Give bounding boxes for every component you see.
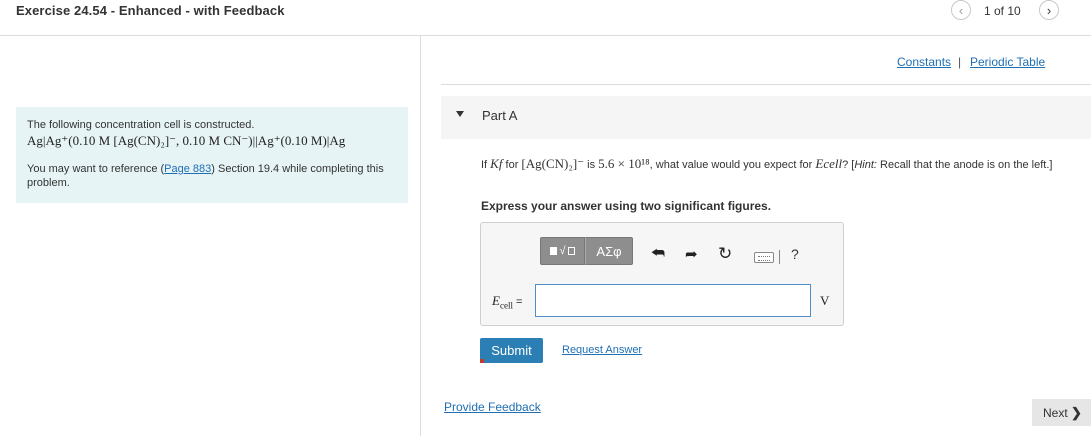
provide-feedback-link[interactable]: Provide Feedback: [444, 400, 541, 414]
previous-exercise-button[interactable]: ‹: [951, 0, 971, 20]
reference-prefix: You may want to reference (: [27, 163, 165, 175]
links-separator: |: [958, 55, 962, 69]
chevron-right-icon: ❯: [1071, 404, 1082, 420]
hint-label: Hint:: [854, 159, 877, 171]
cell-notation: Ag|Ag⁺(0.10 M [Ag(CN)₂]⁻, 0.10 M CN⁻)||A…: [27, 133, 346, 148]
unit-label: V: [820, 293, 830, 308]
question-fragment: , what value would you expect for: [649, 159, 816, 171]
templates-button[interactable]: √: [540, 237, 585, 265]
radical-icon: √: [559, 245, 566, 257]
question-fragment: is: [584, 159, 599, 171]
question-fragment: for: [502, 159, 522, 171]
ecell-label-sub: cell: [499, 300, 513, 311]
exercise-counter: 1 of 10: [984, 4, 1021, 18]
next-button[interactable]: Next ❯: [1032, 399, 1091, 426]
chevron-right-icon: ›: [1046, 2, 1052, 18]
submit-indicator: [480, 359, 484, 363]
undo-icon[interactable]: ⮪: [651, 245, 665, 262]
answer-input[interactable]: [535, 284, 811, 317]
ecell-label: Ecell =: [492, 293, 522, 311]
request-answer-link[interactable]: Request Answer: [562, 344, 642, 356]
instructions-text: Express your answer using two significan…: [481, 199, 772, 213]
column-divider: [420, 36, 421, 436]
question-fragment: If: [481, 159, 491, 171]
part-a-label: Part A: [482, 108, 518, 123]
next-exercise-button[interactable]: ›: [1039, 0, 1059, 20]
symbols-button[interactable]: ΑΣφ: [585, 237, 633, 265]
intro-text: The following concentration cell is cons…: [27, 119, 255, 131]
template-outline-icon: [567, 247, 575, 255]
ecell-label-equals: =: [512, 296, 523, 308]
collapse-arrow-icon[interactable]: [456, 111, 464, 117]
links-divider: [441, 84, 1091, 85]
next-button-label: Next: [1043, 405, 1068, 420]
part-a-header[interactable]: [441, 96, 1091, 139]
help-icon[interactable]: ?: [791, 246, 799, 262]
header-divider: [0, 35, 1091, 36]
reference-text: You may want to reference (Page 883) Sec…: [27, 162, 407, 190]
complex-formula: [Ag(CN)₂]⁻: [521, 156, 585, 171]
kf-symbol: Kf: [490, 156, 503, 171]
kf-value: 5.6 × 10¹⁸: [598, 156, 650, 171]
ecell-symbol: Ecell: [815, 156, 843, 171]
chevron-left-icon: ‹: [958, 2, 964, 18]
redo-icon[interactable]: ➦: [685, 245, 698, 263]
constants-link[interactable]: Constants: [897, 55, 951, 69]
page-reference-link[interactable]: Page 883: [164, 163, 211, 175]
ecell-label-main: E: [492, 293, 500, 308]
reset-icon[interactable]: ↻: [718, 244, 732, 264]
question-fragment: ? [: [842, 159, 855, 171]
submit-button[interactable]: Submit: [480, 338, 543, 363]
question-text: If Kf for [Ag(CN)₂]⁻ is 5.6 × 10¹⁸, what…: [481, 157, 1086, 172]
page-title: Exercise 24.54 - Enhanced - with Feedbac…: [16, 3, 285, 18]
toolbar-separator: [779, 250, 780, 264]
question-fragment: Recall that the anode is on the left.]: [876, 159, 1053, 171]
keyboard-icon[interactable]: [754, 252, 774, 263]
periodic-table-link[interactable]: Periodic Table: [970, 55, 1045, 69]
template-square-icon: [550, 247, 558, 255]
